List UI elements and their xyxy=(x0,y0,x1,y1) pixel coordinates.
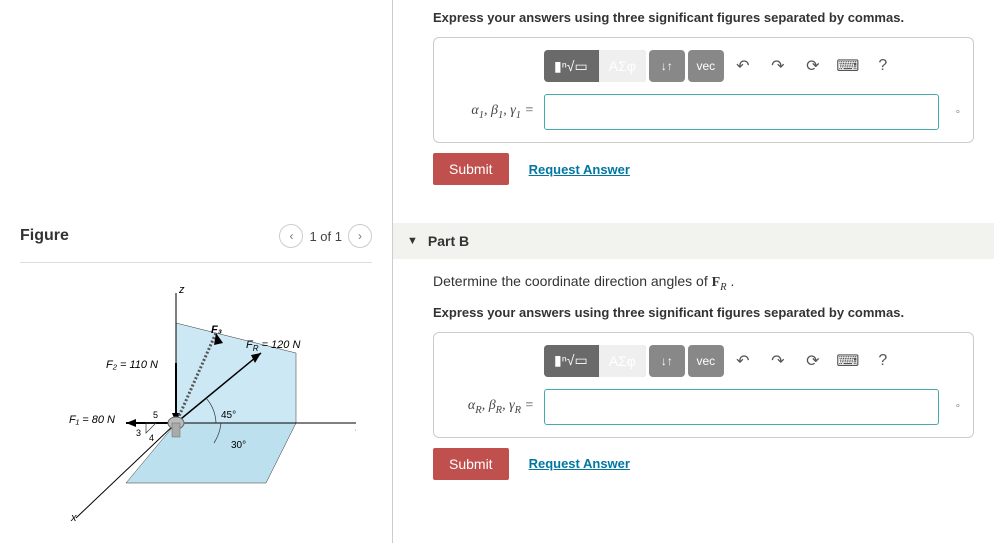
force-f1-label: F₁ = 80 N xyxy=(69,414,115,426)
angle-45-label: 45° xyxy=(221,410,236,421)
part-b-unit: ∘ xyxy=(955,401,961,412)
collapse-icon: ▼ xyxy=(407,235,418,247)
redo-button[interactable]: ↷ xyxy=(762,345,794,377)
help-button[interactable]: ? xyxy=(867,345,899,377)
part-a-answer-box: ▮ⁿ√▭ ΑΣφ ↓↑ vec ↶ ↷ ⟳ ⌨ ? α1, β1, γ1 = ∘ xyxy=(433,37,974,143)
figure-diagram: z y x F₂ = 110 N F₃ FR = 120 N xyxy=(20,273,372,523)
pager-text: 1 of 1 xyxy=(309,229,342,244)
slope-4: 4 xyxy=(149,433,154,443)
keyboard-button[interactable]: ⌨ xyxy=(832,50,864,82)
force-fr-label: FR = 120 N xyxy=(246,339,300,353)
part-b-instruction: Express your answers using three signifi… xyxy=(433,305,994,320)
right-panel: Express your answers using three signifi… xyxy=(393,0,994,543)
greek-letters-button[interactable]: ΑΣφ xyxy=(599,50,646,82)
part-b-question: Determine the coordinate direction angle… xyxy=(433,273,994,293)
math-templates-button[interactable]: ▮ⁿ√▭ xyxy=(544,50,599,82)
undo-button[interactable]: ↶ xyxy=(727,345,759,377)
sub-super-button[interactable]: ↓↑ xyxy=(649,345,685,377)
left-panel: Figure ‹ 1 of 1 › z y x xyxy=(0,0,393,543)
part-b-toolbar: ▮ⁿ√▭ ΑΣφ ↓↑ vec ↶ ↷ ⟳ ⌨ ? xyxy=(446,345,961,377)
part-a-toolbar: ▮ⁿ√▭ ΑΣφ ↓↑ vec ↶ ↷ ⟳ ⌨ ? xyxy=(446,50,961,82)
vec-button[interactable]: vec xyxy=(688,50,724,82)
redo-button[interactable]: ↷ xyxy=(762,50,794,82)
part-b-answer-box: ▮ⁿ√▭ ΑΣφ ↓↑ vec ↶ ↷ ⟳ ⌨ ? αR, βR, γR = ∘ xyxy=(433,332,974,438)
part-b-request-answer-link[interactable]: Request Answer xyxy=(529,456,630,471)
part-a-submit-button[interactable]: Submit xyxy=(433,153,509,185)
reset-button[interactable]: ⟳ xyxy=(797,50,829,82)
part-a-unit: ∘ xyxy=(955,107,961,118)
keyboard-button[interactable]: ⌨ xyxy=(832,345,864,377)
angle-30-label: 30° xyxy=(231,440,246,451)
greek-letters-button[interactable]: ΑΣφ xyxy=(599,345,646,377)
part-b-question-suffix: . xyxy=(727,273,735,289)
figure-pager: ‹ 1 of 1 › xyxy=(279,224,372,248)
part-b-title: Part B xyxy=(428,233,469,249)
slope-5: 5 xyxy=(153,410,158,420)
part-b-section: Determine the coordinate direction angle… xyxy=(393,273,994,498)
reset-button[interactable]: ⟳ xyxy=(797,345,829,377)
force-f2-label: F₂ = 110 N xyxy=(106,359,158,371)
sub-super-button[interactable]: ↓↑ xyxy=(649,50,685,82)
part-a-request-answer-link[interactable]: Request Answer xyxy=(529,162,630,177)
part-b-var-label: αR, βR, γR = xyxy=(446,398,534,416)
part-a-answer-input[interactable] xyxy=(544,94,939,130)
part-a-instruction: Express your answers using three signifi… xyxy=(433,10,994,25)
part-b-header[interactable]: ▼ Part B xyxy=(393,223,994,259)
pager-next-button[interactable]: › xyxy=(348,224,372,248)
part-b-submit-button[interactable]: Submit xyxy=(433,448,509,480)
axis-z-label: z xyxy=(178,284,185,296)
pager-prev-button[interactable]: ‹ xyxy=(279,224,303,248)
axis-y-label: y xyxy=(355,419,356,431)
axis-x-label: x xyxy=(70,512,77,523)
figure-title: Figure xyxy=(20,227,69,245)
vec-button[interactable]: vec xyxy=(688,345,724,377)
part-b-question-prefix: Determine the coordinate direction angle… xyxy=(433,273,712,289)
part-a-section: Express your answers using three signifi… xyxy=(393,0,994,203)
part-b-answer-input[interactable] xyxy=(544,389,939,425)
undo-button[interactable]: ↶ xyxy=(727,50,759,82)
slope-3: 3 xyxy=(136,428,141,438)
part-a-var-label: α1, β1, γ1 = xyxy=(446,103,534,121)
force-f3-label: F₃ xyxy=(211,324,222,336)
math-templates-button[interactable]: ▮ⁿ√▭ xyxy=(544,345,599,377)
help-button[interactable]: ? xyxy=(867,50,899,82)
